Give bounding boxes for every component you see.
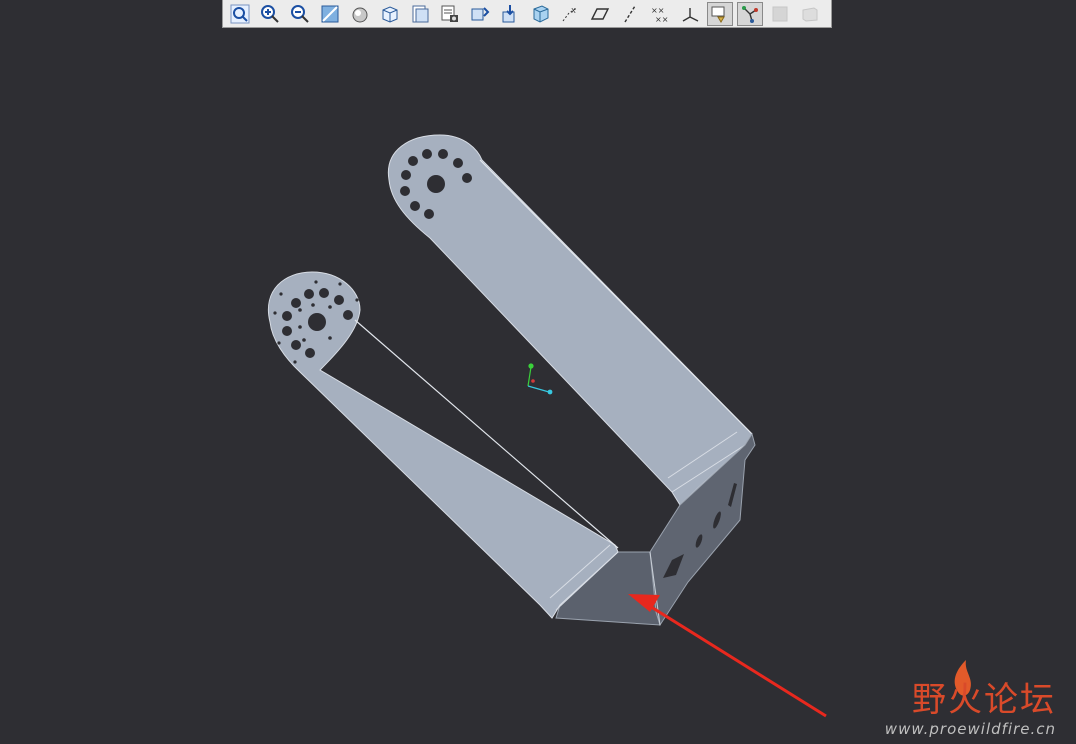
- watermark-title: 野火论坛: [912, 680, 1056, 720]
- model-viewport: [268, 134, 971, 718]
- graphics-window[interactable]: [0, 28, 1076, 744]
- red-arrow: [628, 594, 827, 718]
- forum-watermark: 野火论坛 www.proewildfire.cn: [885, 680, 1056, 738]
- coordinate-triad: [527, 363, 553, 395]
- watermark-url: www.proewildfire.cn: [884, 720, 1056, 738]
